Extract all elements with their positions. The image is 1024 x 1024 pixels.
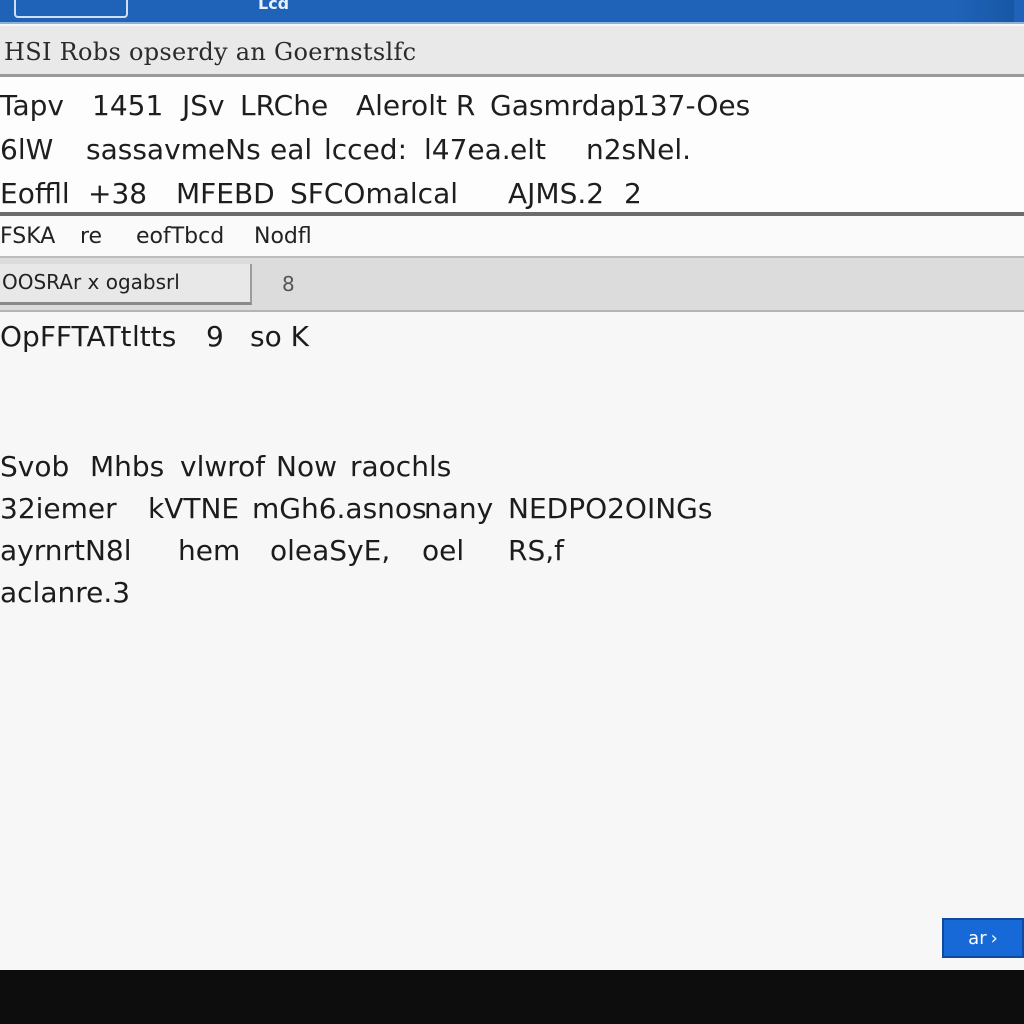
content-area: OpFFTATt ltts 9 so K Svob Mhbs vlwrof No… [0,312,1024,912]
info-cell: Tapv [0,89,64,122]
toolbar: FSKA re eofTbcd Nodfl [0,216,1024,258]
content-text: 32iemer [0,492,117,525]
toolbar-item[interactable]: re [80,224,102,249]
header-bar: HSI Robs opserdy an Goernstslfc [0,26,1024,77]
screen-bezel [0,970,1024,1024]
content-text: ltts [132,320,177,353]
window-title: Lcd [258,0,290,13]
content-text: oleaSyE, [270,534,391,567]
info-cell: Gasmrdap [490,89,635,122]
toolbar-item[interactable]: Nodfl [254,224,312,249]
content-text: Mhbs [90,450,165,483]
content-text: raochls [350,450,452,483]
page-title: HSI Robs opserdy an Goernstslfc [4,38,417,66]
content-text: OpFFTATt [0,320,132,353]
info-cell: sassavmeNs [86,133,261,166]
title-bar: Lcd [0,0,1024,24]
content-text: NEDPO2OINGs [508,492,713,525]
content-text: kVTNE [148,492,240,525]
info-cell: eal [270,133,313,166]
info-cell: MFEBD [176,177,275,210]
action-button[interactable]: ar › [942,918,1024,958]
info-cell: n2sNel. [586,133,691,166]
tab-handle[interactable]: 8 [282,272,295,296]
content-text: oel [422,534,465,567]
info-cell: +38 [88,177,148,210]
info-row-3: Eoffll +38 MFEBD SFCOmalcal AJMS.2 2 [0,171,1024,215]
content-text: hem [178,534,241,567]
tab-active[interactable]: OOSRAr x ogabsrl [0,264,252,305]
content-text: nany [424,492,494,525]
info-cell: lcced: [324,133,408,166]
info-cell: 6lW [0,133,54,166]
title-bar-controls[interactable] [954,0,1014,22]
info-row-1: Tapv 1451 JSv LRChe Alerolt R Gasmrdap 1… [0,83,1024,127]
content-text: aclanre.3 [0,576,131,609]
info-panel: Tapv 1451 JSv LRChe Alerolt R Gasmrdap 1… [0,77,1024,213]
content-text: 9 [206,320,224,353]
info-cell: JSv [182,89,225,122]
content-text: so K [250,320,309,353]
window-icon[interactable] [14,0,128,18]
info-cell: 2 [624,177,642,210]
content-text: ayrnrtN8l [0,534,132,567]
toolbar-item[interactable]: FSKA [0,224,55,249]
content-text: Now [276,450,337,483]
info-cell: elt [510,133,546,166]
content-text: vlwrof [180,450,266,483]
toolbar-item[interactable]: eofTbcd [136,224,224,249]
chevron-icon: › [990,927,998,949]
info-cell: l47ea. [424,133,511,166]
info-cell: 1451 [92,89,164,122]
content-text: Svob [0,450,70,483]
tab-label: OOSRAr x ogabsrl [2,270,180,294]
info-cell: AJMS.2 [508,177,605,210]
action-button-label: ar [968,927,987,949]
info-cell: Eoffll [0,177,70,210]
info-cell: LRChe [240,89,329,122]
tab-strip: OOSRAr x ogabsrl 8 [0,258,1024,312]
content-text: mGh6.asnos [252,492,427,525]
app-window: Lcd HSI Robs opserdy an Goernstslfc Tapv… [0,0,1024,970]
info-cell: 137-Oes [632,89,751,122]
info-cell: SFCOmalcal [290,177,459,210]
info-cell: Alerolt R [356,89,476,122]
content-text: RS,f [508,534,564,567]
info-row-2: 6lW sassavmeNs eal lcced: l47ea. elt n2s… [0,127,1024,171]
